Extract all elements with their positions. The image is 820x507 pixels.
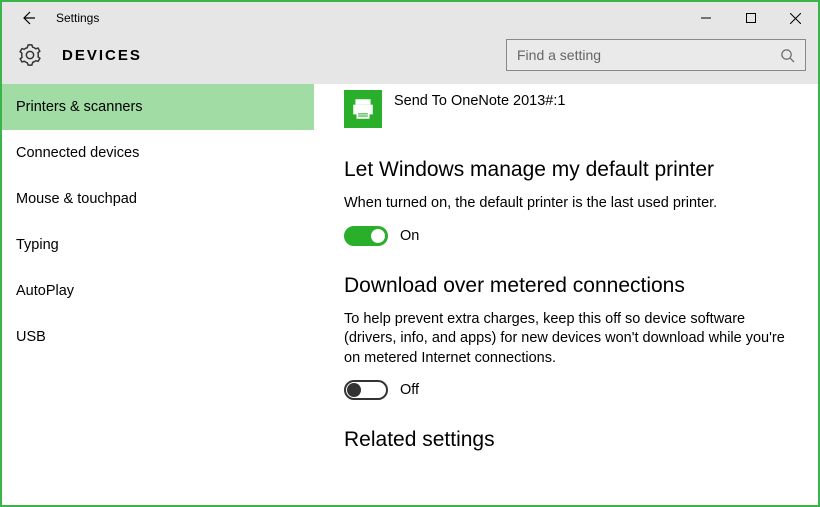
sidebar-item-printers-scanners[interactable]: Printers & scanners	[2, 84, 314, 130]
section-title: DEVICES	[62, 47, 142, 64]
sidebar-item-label: Connected devices	[16, 145, 139, 161]
maximize-button[interactable]	[728, 2, 773, 34]
default-printer-desc: When turned on, the default printer is t…	[344, 194, 792, 214]
printer-icon	[344, 90, 382, 128]
sidebar-item-label: Mouse & touchpad	[16, 191, 137, 207]
sidebar-item-label: Typing	[16, 237, 59, 253]
sidebar-item-label: AutoPlay	[16, 283, 74, 299]
printer-entry[interactable]: Send To OneNote 2013#:1	[344, 90, 792, 128]
search-icon	[779, 47, 795, 63]
minimize-icon	[701, 13, 711, 23]
sidebar-item-typing[interactable]: Typing	[2, 222, 314, 268]
main-content: Send To OneNote 2013#:1 Let Windows mana…	[314, 84, 818, 505]
default-printer-toggle-row: On	[344, 226, 792, 246]
back-button[interactable]	[12, 2, 44, 34]
toggle-knob	[371, 229, 385, 243]
sidebar-item-label: USB	[16, 329, 46, 345]
window-title: Settings	[56, 11, 99, 25]
close-button[interactable]	[773, 2, 818, 34]
search-input[interactable]	[517, 47, 779, 63]
default-printer-toggle-label: On	[400, 228, 419, 244]
window-controls	[683, 2, 818, 34]
search-box[interactable]	[506, 39, 806, 71]
titlebar: Settings	[2, 2, 818, 34]
sidebar-item-mouse-touchpad[interactable]: Mouse & touchpad	[2, 176, 314, 222]
minimize-button[interactable]	[683, 2, 728, 34]
gear-icon	[18, 43, 42, 67]
metered-toggle-row: Off	[344, 380, 792, 400]
toggle-knob	[347, 383, 361, 397]
arrow-left-icon	[20, 10, 36, 26]
metered-toggle-label: Off	[400, 382, 419, 398]
metered-heading: Download over metered connections	[344, 274, 792, 298]
sidebar-item-autoplay[interactable]: AutoPlay	[2, 268, 314, 314]
close-icon	[790, 13, 801, 24]
printer-name: Send To OneNote 2013#:1	[394, 93, 565, 109]
header: DEVICES	[2, 34, 818, 84]
sidebar-item-label: Printers & scanners	[16, 99, 143, 115]
metered-desc: To help prevent extra charges, keep this…	[344, 310, 792, 369]
related-heading: Related settings	[344, 428, 792, 452]
sidebar: Printers & scanners Connected devices Mo…	[2, 84, 314, 505]
default-printer-heading: Let Windows manage my default printer	[344, 158, 792, 182]
sidebar-item-usb[interactable]: USB	[2, 314, 314, 360]
default-printer-toggle[interactable]	[344, 226, 388, 246]
metered-toggle[interactable]	[344, 380, 388, 400]
sidebar-item-connected-devices[interactable]: Connected devices	[2, 130, 314, 176]
maximize-icon	[746, 13, 756, 23]
body: Printers & scanners Connected devices Mo…	[2, 84, 818, 505]
